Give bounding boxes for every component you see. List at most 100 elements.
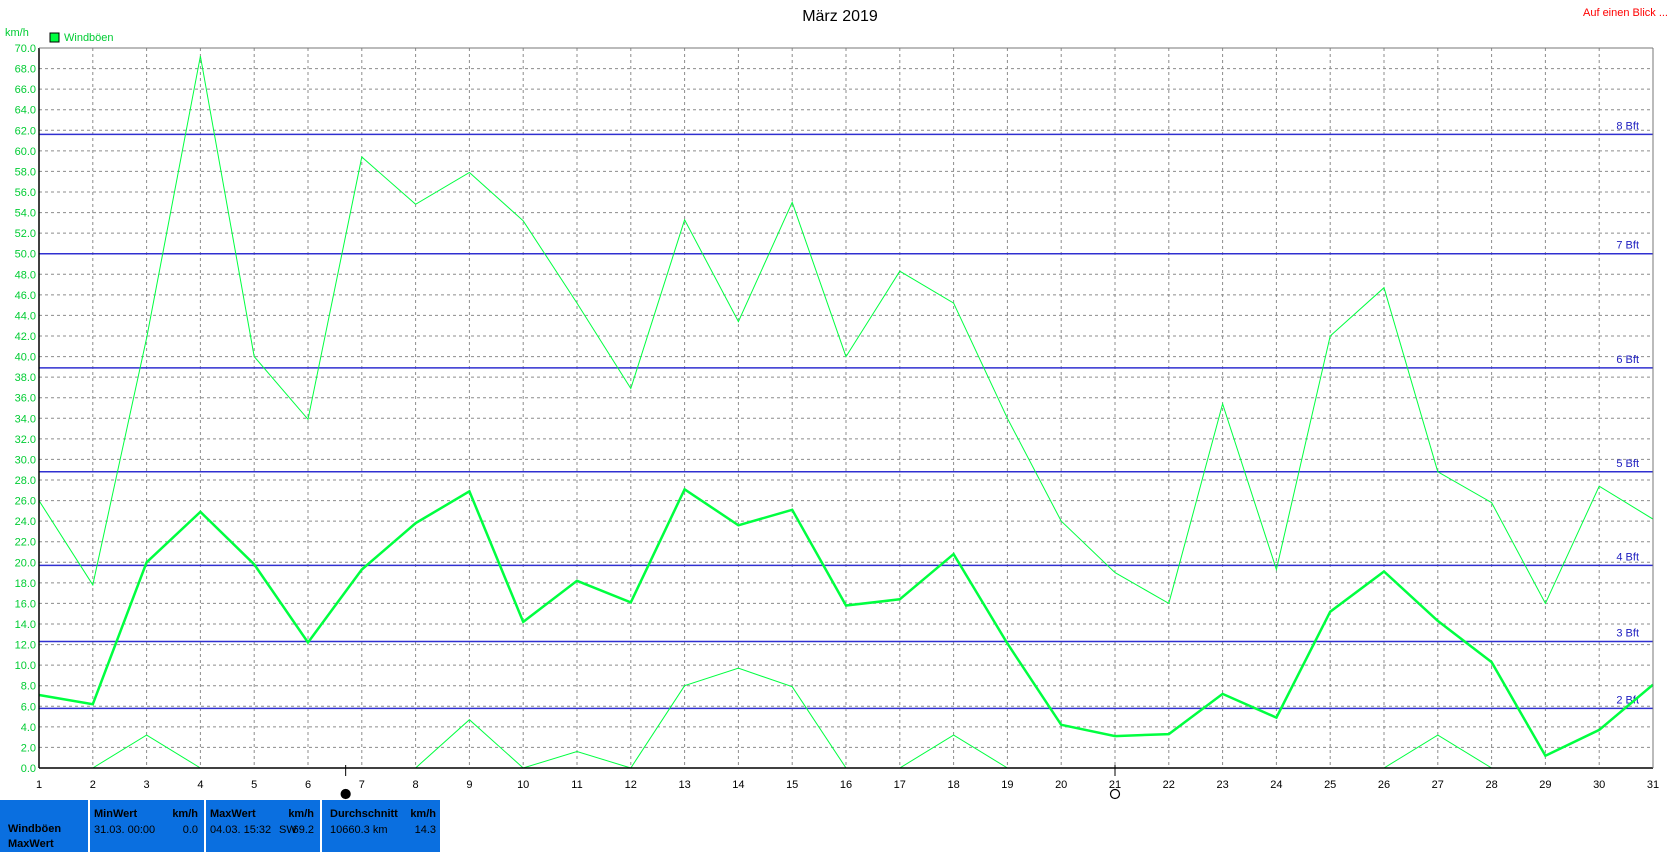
footer-avg-panel: Durchschnitt km/h 10660.3 km 14.3	[322, 800, 440, 852]
y-tick-label: 26.0	[15, 496, 36, 508]
chart: März 2019 Auf einen Blick ... km/h Windb…	[5, 7, 1668, 800]
max-header: MaxWert	[210, 808, 256, 820]
footer-series-sub: MaxWert	[8, 838, 54, 850]
x-tick-label: 1	[36, 779, 42, 791]
y-tick-label: 40.0	[15, 352, 36, 364]
footer-max-panel: MaxWert km/h 04.03. 15:32 SW 69.2	[206, 800, 320, 852]
y-tick-label: 8.0	[21, 681, 36, 693]
x-tick-label: 27	[1432, 779, 1444, 791]
y-tick-label: 28.0	[15, 475, 36, 487]
x-tick-label: 4	[197, 779, 203, 791]
y-tick-label: 34.0	[15, 413, 36, 425]
avg-unit: km/h	[410, 808, 436, 820]
y-tick-label: 52.0	[15, 228, 36, 240]
legend-swatch	[49, 32, 60, 43]
y-tick-label: 12.0	[15, 640, 36, 652]
y-tick-label: 24.0	[15, 516, 36, 528]
y-tick-label: 68.0	[15, 64, 36, 76]
y-axis-unit: km/h	[5, 27, 29, 39]
x-tick-label: 24	[1270, 779, 1282, 791]
x-tick-label: 18	[947, 779, 959, 791]
grid-lines	[38, 47, 1654, 769]
x-tick-label: 17	[894, 779, 906, 791]
y-tick-label: 50.0	[15, 249, 36, 261]
footer-min-panel: MinWert km/h 31.03. 00:00 0.0	[90, 800, 204, 852]
y-tick-label: 70.0	[15, 43, 36, 55]
legend-label: Windböen	[64, 32, 114, 44]
open-circle-icon	[1109, 788, 1121, 800]
min-unit: km/h	[172, 808, 198, 820]
y-tick-label: 36.0	[15, 393, 36, 405]
beaufort-label: 4 Bft	[1616, 551, 1639, 563]
y-tick-label: 38.0	[15, 372, 36, 384]
x-tick-label: 9	[466, 779, 472, 791]
y-tick-label: 6.0	[21, 701, 36, 713]
beaufort-label: 6 Bft	[1616, 354, 1639, 366]
series-line-min	[415, 667, 1008, 769]
max-unit: km/h	[288, 808, 314, 820]
filled-circle-icon	[340, 788, 351, 800]
avg-header: Durchschnitt	[330, 808, 398, 820]
chart-title: März 2019	[802, 8, 878, 25]
x-tick-label: 3	[144, 779, 150, 791]
max-datetime: 04.03. 15:32	[210, 824, 272, 836]
x-tick-label: 31	[1647, 779, 1659, 791]
y-tick-label: 58.0	[15, 166, 36, 178]
avg-distance: 10660.3 km	[330, 824, 388, 836]
min-value: 0.0	[182, 824, 198, 836]
x-tick-label: 25	[1324, 779, 1336, 791]
top-right-link[interactable]: Auf einen Blick ...	[1583, 7, 1668, 19]
y-tick-label: 16.0	[15, 598, 36, 610]
beaufort-label: 8 Bft	[1616, 120, 1639, 132]
y-tick-label: 14.0	[15, 619, 36, 631]
x-tick-label: 12	[625, 779, 637, 791]
beaufort-label: 3 Bft	[1616, 627, 1639, 639]
y-tick-label: 18.0	[15, 578, 36, 590]
y-tick-label: 66.0	[15, 84, 36, 96]
x-tick-label: 23	[1216, 779, 1228, 791]
x-tick-label: 6	[305, 779, 311, 791]
y-tick-label: 62.0	[15, 125, 36, 137]
min-header: MinWert	[94, 808, 138, 820]
y-tick-label: 42.0	[15, 331, 36, 343]
y-tick-label: 46.0	[15, 290, 36, 302]
y-tick-label: 30.0	[15, 454, 36, 466]
y-tick-label: 64.0	[15, 105, 36, 117]
x-tick-label: 22	[1163, 779, 1175, 791]
y-tick-label: 48.0	[15, 269, 36, 281]
x-tick-label: 15	[786, 779, 798, 791]
x-tick-label: 2	[90, 779, 96, 791]
x-tick-label: 8	[413, 779, 419, 791]
x-tick-label: 16	[840, 779, 852, 791]
y-tick-label: 20.0	[15, 557, 36, 569]
beaufort-label: 5 Bft	[1616, 458, 1639, 470]
y-tick-label: 56.0	[15, 187, 36, 199]
y-tick-label: 22.0	[15, 537, 36, 549]
x-tick-label: 20	[1055, 779, 1067, 791]
y-tick-label: 44.0	[15, 310, 36, 322]
y-tick-label: 4.0	[21, 722, 36, 734]
y-tick-label: 32.0	[15, 434, 36, 446]
x-tick-label: 29	[1539, 779, 1551, 791]
y-tick-label: 10.0	[15, 660, 36, 672]
x-tick-label: 13	[678, 779, 690, 791]
y-tick-label: 54.0	[15, 208, 36, 220]
beaufort-label: 7 Bft	[1616, 240, 1639, 252]
x-tick-label: 30	[1593, 779, 1605, 791]
x-tick-label: 5	[251, 779, 257, 791]
x-tick-label: 10	[517, 779, 529, 791]
y-tick-label: 60.0	[15, 146, 36, 158]
x-tick-label: 28	[1485, 779, 1497, 791]
max-value: 69.2	[292, 824, 314, 836]
y-tick-label: 0.0	[21, 763, 36, 775]
footer-series-label: Windböen MaxWert	[8, 822, 61, 852]
x-tick-label: 26	[1378, 779, 1390, 791]
footer-series-name: Windböen	[8, 823, 62, 835]
avg-value: 14.3	[414, 824, 436, 836]
x-tick-label: 19	[1001, 779, 1013, 791]
min-datetime: 31.03. 00:00	[94, 824, 156, 836]
axes: 0.0 2.0 4.0 6.0 8.0 10.0 12.0 14.0 16.0 18.0 20.0 2…	[15, 43, 1659, 800]
y-tick-label: 2.0	[21, 742, 36, 754]
x-tick-label: 7	[359, 779, 365, 791]
x-tick-label: 11	[571, 779, 582, 791]
